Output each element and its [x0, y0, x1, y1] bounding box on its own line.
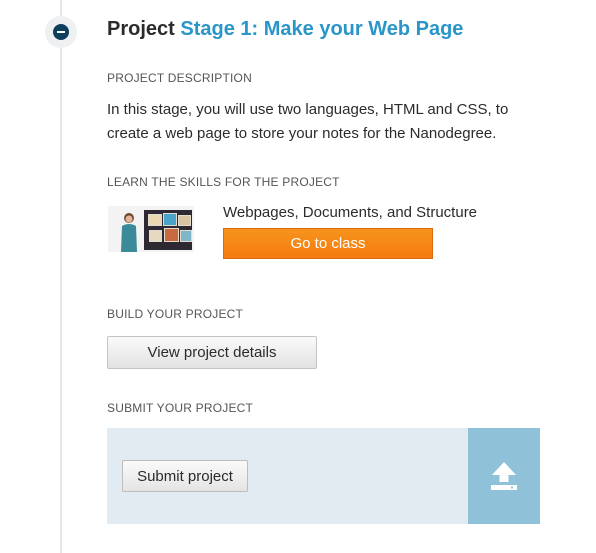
lesson-thumbnail[interactable] — [108, 206, 194, 252]
lesson-screen — [144, 210, 192, 250]
submit-project-button[interactable]: Submit project — [122, 460, 248, 492]
lesson-title: Webpages, Documents, and Structure — [223, 204, 478, 221]
project-prefix: Project — [107, 18, 175, 40]
build-project-label: BUILD YOUR PROJECT — [107, 307, 244, 321]
learn-skills-label: LEARN THE SKILLS FOR THE PROJECT — [107, 175, 340, 189]
instructor-figure — [121, 213, 137, 252]
submit-project-label: SUBMIT YOUR PROJECT — [107, 401, 254, 415]
submit-panel: Submit project — [107, 428, 540, 524]
timeline-line — [60, 0, 62, 553]
project-title: Project Stage 1: Make your Web Page — [107, 18, 463, 41]
view-project-details-button[interactable]: View project details — [107, 336, 317, 369]
project-stage-title: Stage 1: Make your Web Page — [180, 18, 464, 40]
upload-button[interactable] — [468, 428, 540, 524]
project-description: In this stage, you will use two language… — [107, 101, 509, 142]
collapse-toggle[interactable] — [45, 16, 77, 48]
upload-icon — [491, 462, 517, 490]
go-to-class-button[interactable]: Go to class — [223, 228, 433, 259]
project-description-label: PROJECT DESCRIPTION — [107, 71, 252, 85]
minus-icon — [53, 24, 69, 40]
